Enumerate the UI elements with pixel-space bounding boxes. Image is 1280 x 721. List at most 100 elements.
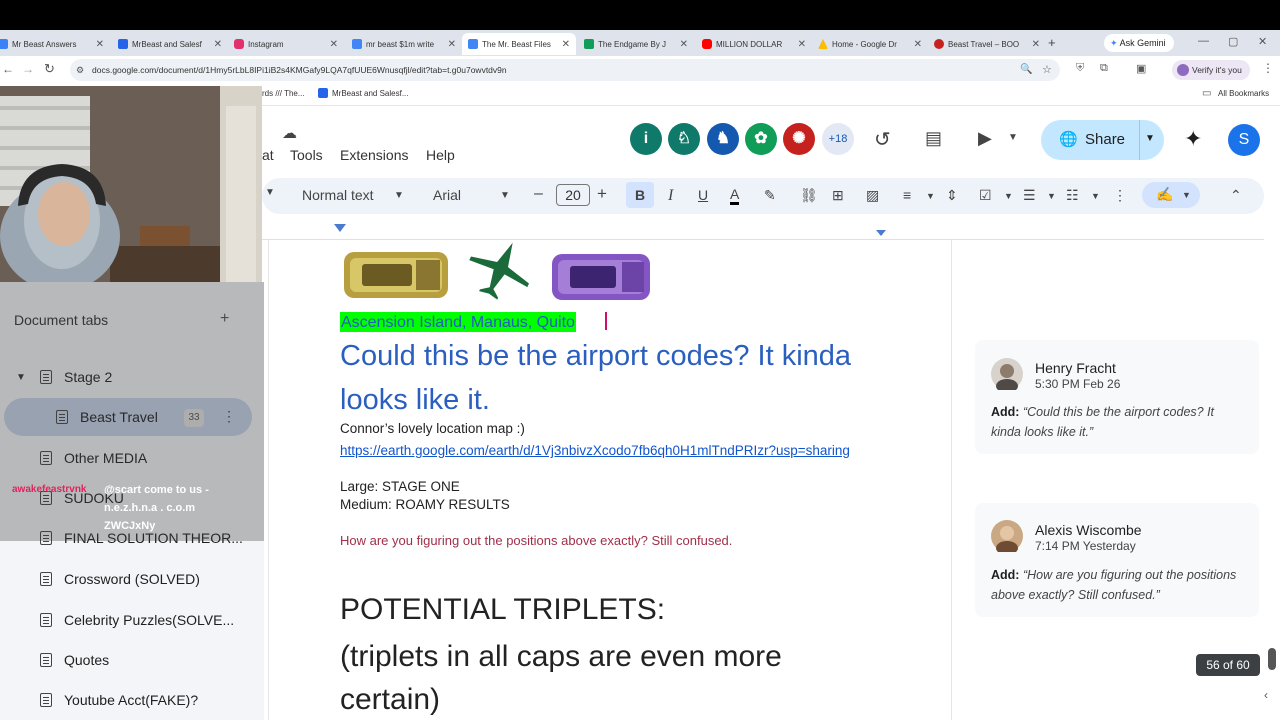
collaborator-avatar-icon[interactable]: ♘: [668, 123, 700, 155]
collaborator-avatar-icon[interactable]: ✺: [783, 123, 815, 155]
close-tab-icon[interactable]: ✕: [96, 39, 104, 50]
close-tab-icon[interactable]: ✕: [330, 39, 338, 50]
browser-menu-icon[interactable]: ⋮: [1262, 61, 1274, 75]
verify-button[interactable]: Verify it's you: [1172, 60, 1250, 80]
url-field[interactable]: ⚙ docs.google.com/document/d/1Hmy5rLbL8I…: [70, 59, 1060, 81]
more-options-icon[interactable]: ⋮: [1113, 187, 1127, 204]
font-size-input[interactable]: 20: [556, 184, 590, 206]
extensions-icon[interactable]: ⧉: [1100, 62, 1108, 75]
font-select[interactable]: Arial: [433, 187, 461, 203]
numbered-list-icon[interactable]: ☷: [1066, 187, 1079, 204]
text-color-button[interactable]: A: [730, 187, 740, 205]
add-comment-icon[interactable]: ⊞: [832, 187, 844, 204]
ask-gemini-button[interactable]: ✦ Ask Gemini: [1104, 34, 1174, 52]
close-tab-icon[interactable]: ✕: [562, 39, 570, 50]
collaborator-avatar-icon[interactable]: ✿: [745, 123, 777, 155]
menu-format[interactable]: at: [262, 147, 274, 163]
menu-extensions[interactable]: Extensions: [340, 147, 408, 163]
medium-text[interactable]: Medium: ROAMY RESULTS: [340, 497, 510, 512]
side-panel-icon[interactable]: ▣: [1136, 62, 1146, 75]
bold-button[interactable]: B: [635, 187, 645, 203]
share-dropdown-icon[interactable]: ▼: [1145, 133, 1155, 144]
bookmark-star-icon[interactable]: ☆: [1042, 59, 1052, 81]
all-bookmarks-link[interactable]: All Bookmarks: [1218, 89, 1269, 98]
back-icon[interactable]: ←: [2, 62, 14, 76]
close-tab-icon[interactable]: ✕: [798, 39, 806, 50]
extension-shield-icon[interactable]: ⛨: [1076, 62, 1084, 75]
italic-button[interactable]: I: [668, 187, 673, 205]
reload-icon[interactable]: ↻: [44, 61, 55, 77]
earth-link[interactable]: https://earth.google.com/earth/d/1Vj3nbi…: [340, 441, 885, 460]
menu-help[interactable]: Help: [426, 147, 455, 163]
browser-tab[interactable]: Mr Beast Answers ✕: [0, 33, 110, 55]
more-collaborators-badge[interactable]: +18: [822, 123, 854, 155]
align-icon[interactable]: ≡: [903, 187, 911, 203]
browser-tab[interactable]: The Endgame By J ✕: [580, 33, 694, 55]
expand-panel-icon[interactable]: ‹: [1264, 688, 1268, 702]
question-text[interactable]: How are you figuring out the positions a…: [340, 533, 732, 548]
heading-text[interactable]: Could this be the airport codes? It kind…: [340, 334, 900, 422]
style-dropdown-icon[interactable]: ▼: [394, 190, 404, 201]
right-indent-marker-icon[interactable]: [876, 230, 886, 236]
minimize-icon[interactable]: —: [1198, 35, 1209, 47]
large-stage-text[interactable]: Large: STAGE ONE: [340, 479, 460, 494]
highlighted-text[interactable]: Ascension Island, Manaus, Quito: [340, 312, 576, 332]
share-button[interactable]: 🌐 Share ▼: [1041, 120, 1164, 160]
new-tab-button[interactable]: +: [1048, 35, 1056, 50]
number-dropdown-icon[interactable]: ▼: [1091, 191, 1100, 201]
comment-card[interactable]: Henry Fracht 5:30 PM Feb 26 Add: “Could …: [975, 340, 1259, 454]
browser-tab[interactable]: Beast Travel – BOO ✕: [930, 33, 1046, 55]
align-dropdown-icon[interactable]: ▼: [926, 191, 935, 201]
editing-mode-button[interactable]: ✍ ▼: [1142, 182, 1200, 208]
line-spacing-icon[interactable]: ⇕: [946, 187, 958, 204]
browser-tab[interactable]: mr beast $1m write ✕: [348, 33, 462, 55]
zoom-icon[interactable]: 🔍: [1020, 59, 1032, 81]
triplets-subtitle[interactable]: (triplets in all caps are even more cert…: [340, 635, 860, 721]
underline-button[interactable]: U: [698, 187, 708, 203]
maximize-icon[interactable]: ▢: [1228, 35, 1238, 48]
site-info-icon[interactable]: ⚙: [76, 59, 84, 81]
left-indent-marker-icon[interactable]: [334, 224, 346, 232]
close-tab-icon[interactable]: ✕: [680, 39, 688, 50]
meet-icon[interactable]: ▶: [978, 128, 992, 149]
gemini-icon[interactable]: ✦: [1184, 126, 1202, 152]
bullet-dropdown-icon[interactable]: ▼: [1047, 191, 1056, 201]
sidebar-item-youtube-acct[interactable]: Youtube Acct(FAKE)?: [40, 692, 198, 708]
comment-card[interactable]: Alexis Wiscombe 7:14 PM Yesterday Add: “…: [975, 503, 1259, 617]
close-tab-icon[interactable]: ✕: [448, 39, 456, 50]
browser-tab[interactable]: Home - Google Dr ✕: [814, 33, 928, 55]
checklist-icon[interactable]: ☑: [979, 187, 992, 204]
version-history-icon[interactable]: ↺: [874, 127, 891, 152]
close-window-icon[interactable]: ✕: [1258, 35, 1267, 48]
sidebar-item-crossword[interactable]: Crossword (SOLVED): [40, 571, 200, 587]
scrollbar-thumb[interactable]: [1268, 648, 1276, 670]
menu-tools[interactable]: Tools: [290, 147, 323, 163]
browser-tab[interactable]: MrBeast and Salesf ✕: [114, 33, 228, 55]
font-dropdown-icon[interactable]: ▼: [500, 190, 510, 201]
bookmark-item[interactable]: rds /// The...: [262, 89, 305, 98]
close-tab-icon[interactable]: ✕: [214, 39, 222, 50]
close-tab-icon[interactable]: ✕: [914, 39, 922, 50]
forward-icon[interactable]: →: [22, 62, 34, 76]
map-label[interactable]: Connor’s lovely location map :): [340, 421, 525, 436]
meet-dropdown-icon[interactable]: ▼: [1008, 132, 1018, 143]
bulleted-list-icon[interactable]: ☰: [1023, 187, 1036, 204]
collapse-menus-icon[interactable]: ⌃: [1230, 187, 1242, 204]
checklist-dropdown-icon[interactable]: ▼: [1004, 191, 1013, 201]
collaborator-avatar-icon[interactable]: i: [630, 123, 662, 155]
browser-tab[interactable]: Instagram ✕: [230, 33, 344, 55]
sidebar-item-quotes[interactable]: Quotes: [40, 652, 109, 668]
triplets-title[interactable]: POTENTIAL TRIPLETS:: [340, 593, 665, 627]
insert-image-icon[interactable]: ▨: [866, 187, 879, 204]
bookmark-item[interactable]: MrBeast and Salesf...: [332, 89, 408, 98]
highlight-icon[interactable]: ✎: [764, 187, 776, 204]
user-avatar[interactable]: S: [1228, 124, 1260, 156]
comments-icon[interactable]: ▤: [925, 128, 942, 149]
close-tab-icon[interactable]: ✕: [1032, 39, 1040, 50]
increase-font-size-button[interactable]: +: [597, 184, 607, 204]
paragraph-style-select[interactable]: Normal text: [302, 187, 374, 203]
zoom-dropdown-icon[interactable]: ▼: [265, 187, 275, 198]
browser-tab[interactable]: MILLION DOLLAR ✕: [698, 33, 812, 55]
insert-link-icon[interactable]: ⛓: [800, 187, 818, 204]
sidebar-item-celebrity-puzzles[interactable]: Celebrity Puzzles(SOLVE...: [40, 612, 234, 628]
